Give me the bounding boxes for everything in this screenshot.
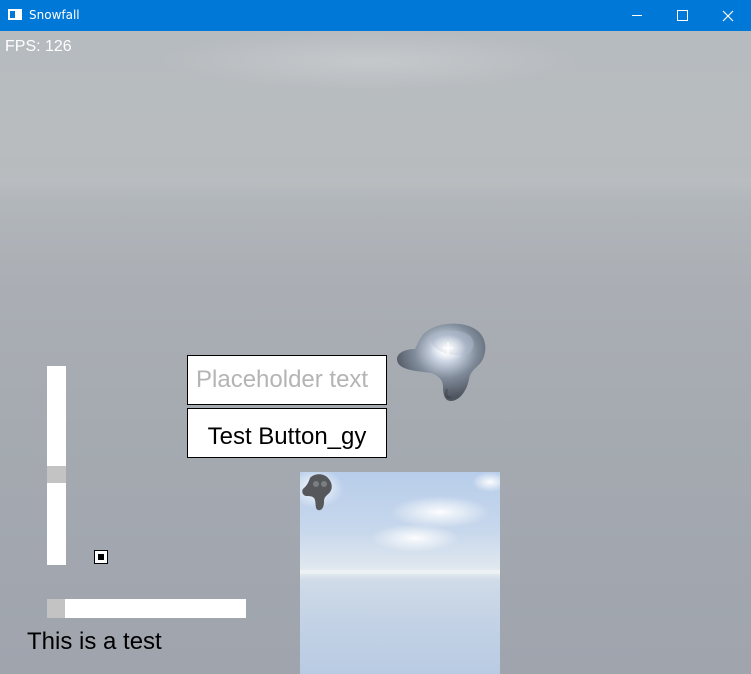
preview-monkey-head-model: [302, 474, 332, 511]
render-target-preview: [300, 472, 500, 674]
test-button-label: Test Button_gy: [207, 423, 367, 450]
close-button[interactable]: [705, 0, 751, 31]
game-viewport[interactable]: FPS: 126 Placeholder text Test Button_gy…: [0, 31, 751, 674]
checkbox-checked-indicator: [98, 554, 104, 560]
minimize-icon: [632, 15, 642, 16]
monkey-head-model: [397, 323, 486, 401]
horizontal-slider[interactable]: [47, 599, 246, 618]
fps-counter: FPS: 126: [5, 38, 72, 55]
text-input-placeholder: Placeholder text: [196, 366, 369, 393]
window-title: Snowfall: [29, 8, 80, 22]
title-bar[interactable]: Snowfall: [0, 0, 751, 31]
vertical-slider-handle[interactable]: [47, 466, 66, 483]
horizontal-slider-handle[interactable]: [47, 599, 65, 618]
test-label: This is a test: [27, 628, 162, 655]
minimize-button[interactable]: [614, 0, 660, 31]
horizon: [0, 161, 751, 201]
test-checkbox[interactable]: [94, 550, 108, 564]
text-input[interactable]: Placeholder text: [187, 355, 387, 405]
maximize-icon: [676, 10, 688, 21]
vertical-slider[interactable]: [47, 366, 66, 565]
app-window-icon: [8, 9, 22, 20]
sky-clouds: [160, 31, 580, 91]
close-icon: [722, 10, 734, 21]
test-button[interactable]: Test Button_gy: [187, 408, 387, 458]
maximize-button[interactable]: [659, 0, 705, 31]
